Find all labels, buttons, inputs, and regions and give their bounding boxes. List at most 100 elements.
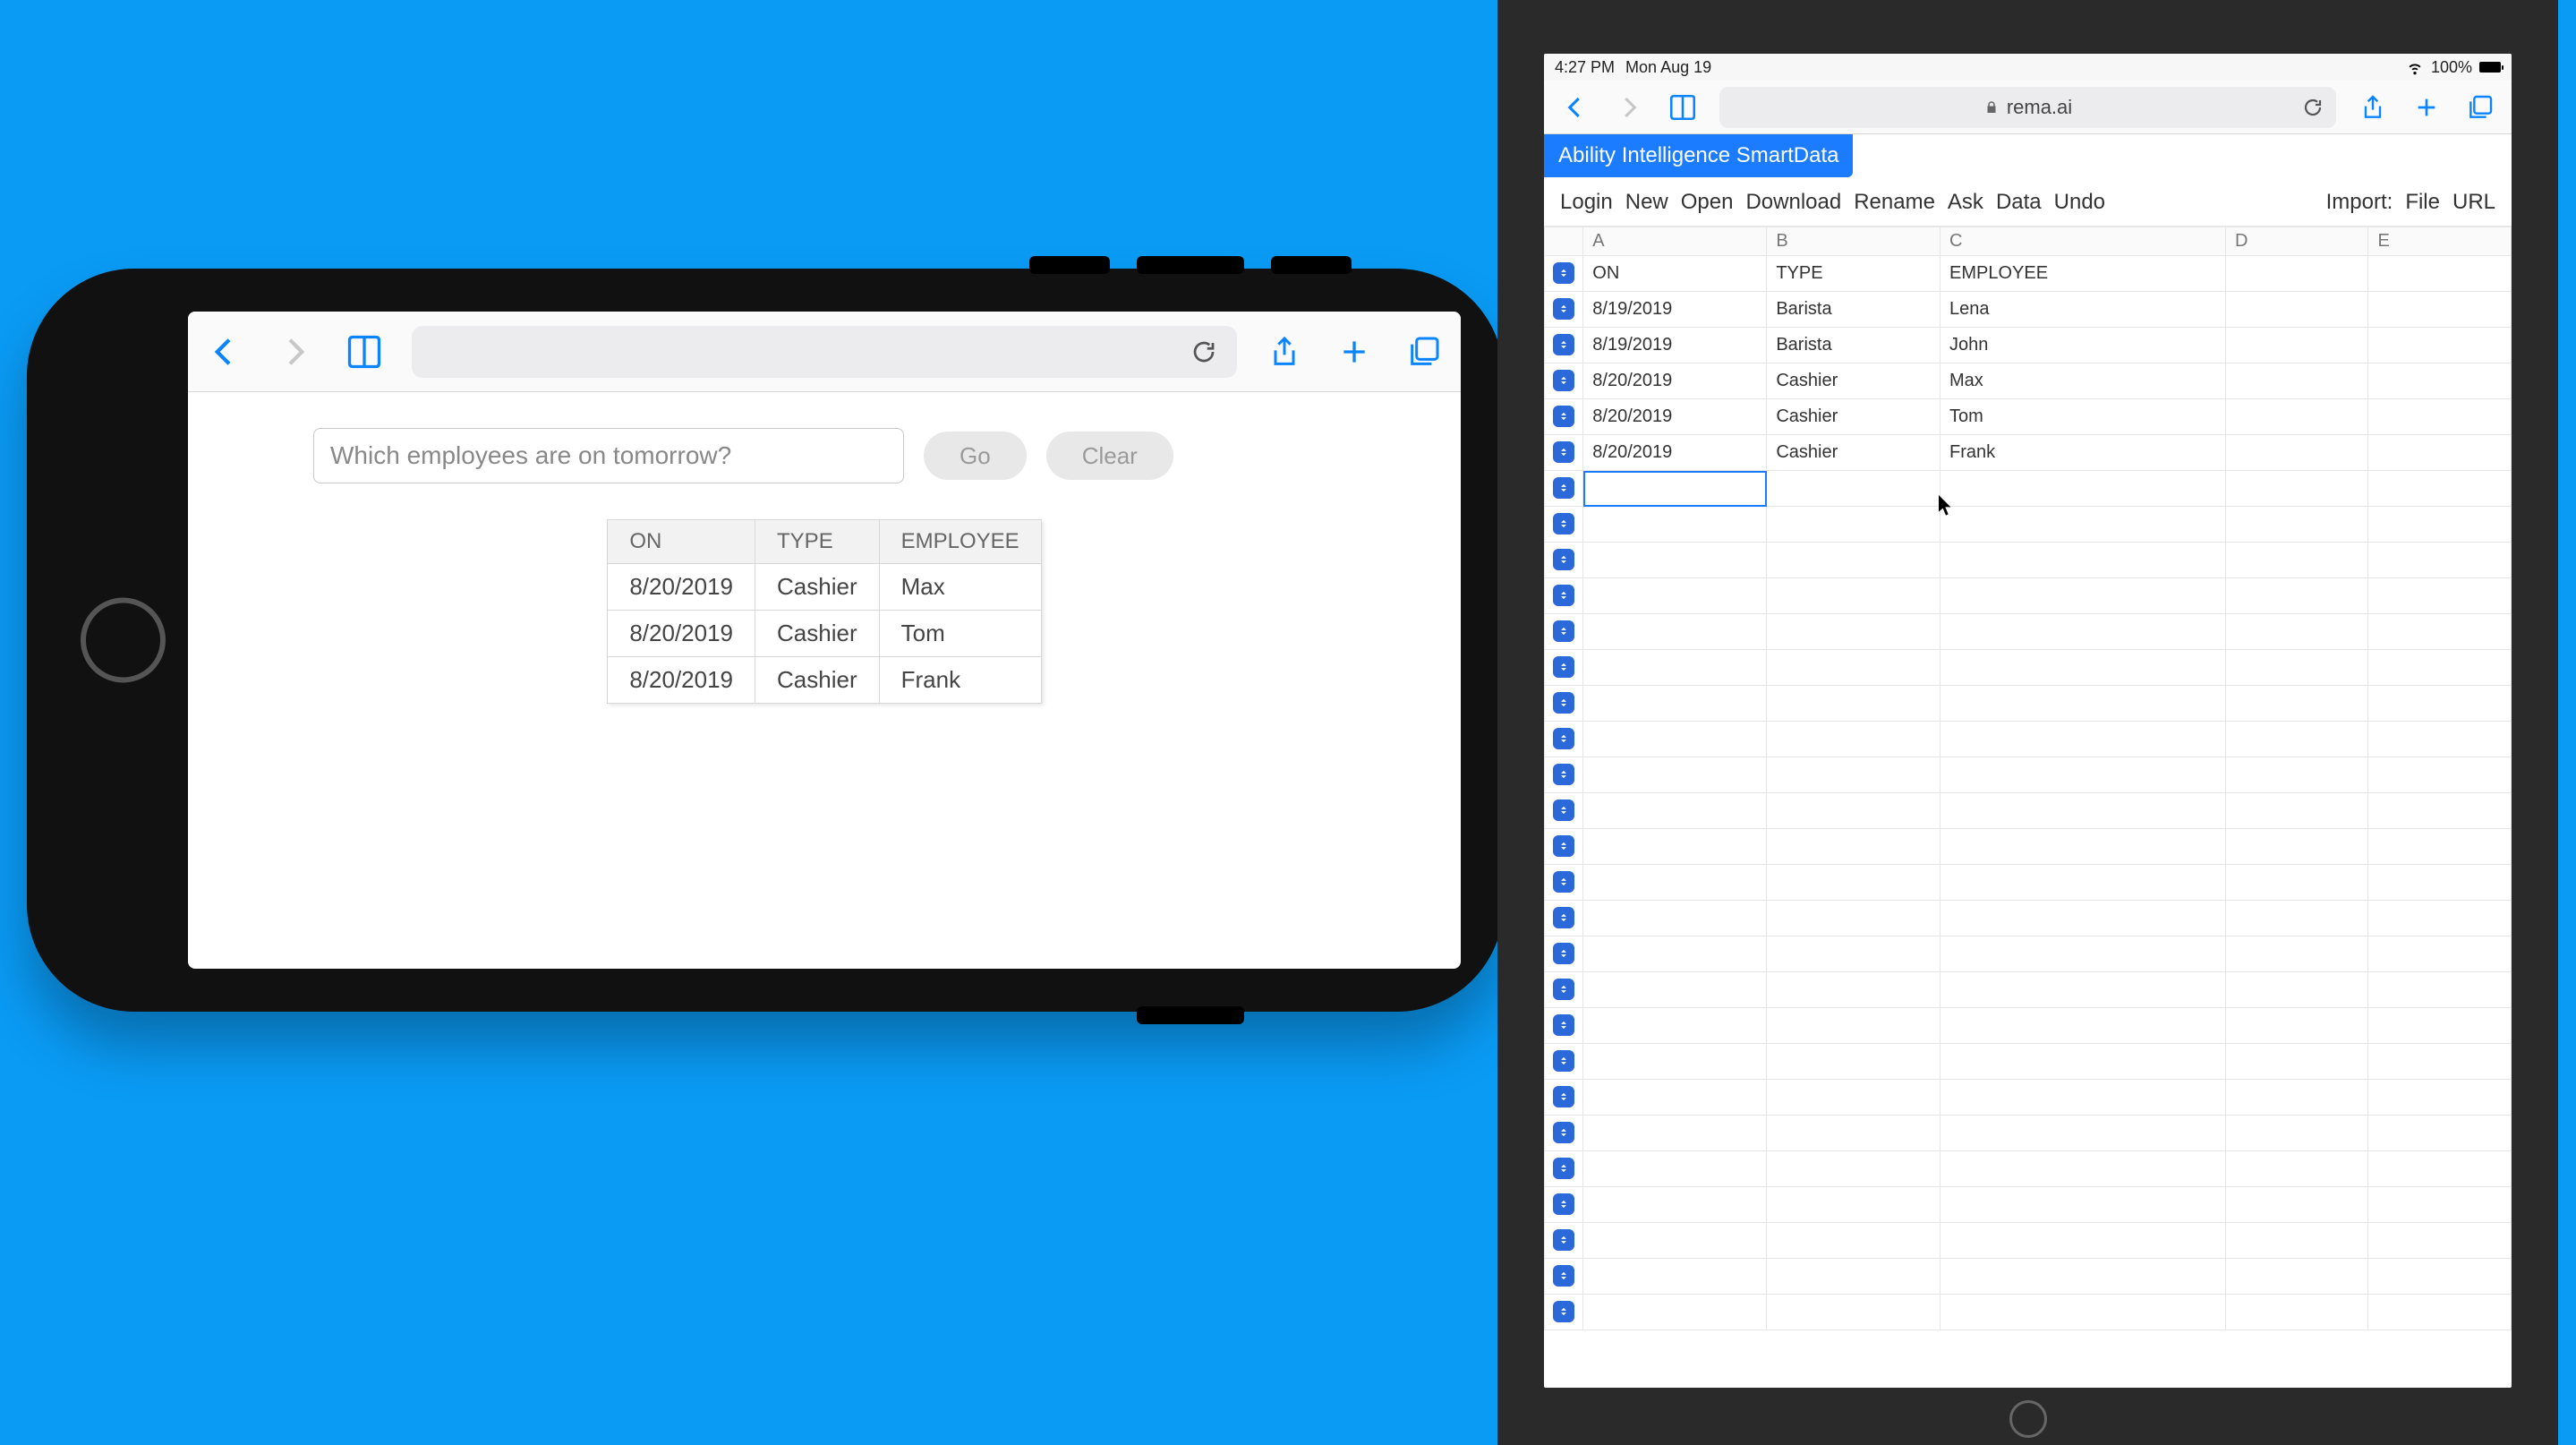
- sheet-cell[interactable]: [1583, 507, 1767, 543]
- sheet-cell[interactable]: [2368, 363, 2512, 399]
- sheet-row[interactable]: [1545, 865, 2512, 901]
- sheet-row[interactable]: [1545, 1295, 2512, 1330]
- sheet-cell[interactable]: 8/19/2019: [1583, 292, 1767, 328]
- menu-item[interactable]: New: [1625, 190, 1668, 215]
- sheet-row[interactable]: [1545, 1080, 2512, 1116]
- menu-item[interactable]: Open: [1681, 190, 1734, 215]
- row-handle-icon[interactable]: [1545, 1187, 1583, 1223]
- sheet-row[interactable]: [1545, 686, 2512, 722]
- menu-item[interactable]: Download: [1745, 190, 1841, 215]
- reload-icon[interactable]: [1190, 338, 1217, 365]
- sheet-cell[interactable]: [2368, 399, 2512, 435]
- row-handle-icon[interactable]: [1545, 972, 1583, 1008]
- row-handle-icon[interactable]: [1545, 936, 1583, 972]
- sheet-cell[interactable]: [2225, 471, 2367, 507]
- sheet-row[interactable]: 8/20/2019CashierFrank: [1545, 435, 2512, 471]
- sheet-row[interactable]: [1545, 722, 2512, 757]
- row-handle-icon[interactable]: [1545, 507, 1583, 543]
- sheet-cell[interactable]: [1767, 829, 1941, 865]
- sheet-cell[interactable]: [1583, 1008, 1767, 1044]
- sheet-cell[interactable]: [1583, 936, 1767, 972]
- sheet-cell[interactable]: [2225, 1008, 2367, 1044]
- sheet-cell[interactable]: [2225, 578, 2367, 614]
- sheet-cell[interactable]: Cashier: [1767, 435, 1941, 471]
- sheet-cell[interactable]: [2368, 256, 2512, 292]
- sheet-cell[interactable]: [1941, 471, 2226, 507]
- sheet-row[interactable]: [1545, 507, 2512, 543]
- column-header[interactable]: C: [1941, 227, 2226, 256]
- sheet-cell[interactable]: [1767, 614, 1941, 650]
- sheet-cell[interactable]: [2225, 1187, 2367, 1223]
- row-handle-icon[interactable]: [1545, 578, 1583, 614]
- row-handle-icon[interactable]: [1545, 757, 1583, 793]
- sheet-cell[interactable]: [2368, 543, 2512, 578]
- sheet-row[interactable]: [1545, 901, 2512, 936]
- sheet-cell[interactable]: Cashier: [1767, 363, 1941, 399]
- sheet-cell[interactable]: Tom: [1941, 399, 2226, 435]
- sheet-cell[interactable]: [2368, 650, 2512, 686]
- sheet-row[interactable]: [1545, 936, 2512, 972]
- sheet-cell[interactable]: Cashier: [1767, 399, 1941, 435]
- sheet-cell[interactable]: [1767, 471, 1941, 507]
- sheet-row[interactable]: [1545, 793, 2512, 829]
- row-handle-icon[interactable]: [1545, 1044, 1583, 1080]
- sheet-cell[interactable]: [2368, 686, 2512, 722]
- sheet-cell[interactable]: [1941, 614, 2226, 650]
- row-handle-icon[interactable]: [1545, 1080, 1583, 1116]
- sheet-cell[interactable]: [2225, 328, 2367, 363]
- sheet-cell[interactable]: [1941, 793, 2226, 829]
- sheet-cell[interactable]: [2368, 1008, 2512, 1044]
- sheet-cell[interactable]: EMPLOYEE: [1941, 256, 2226, 292]
- sheet-cell[interactable]: Barista: [1767, 292, 1941, 328]
- sheet-cell[interactable]: [1767, 1044, 1941, 1080]
- sheet-cell[interactable]: [1767, 1008, 1941, 1044]
- address-bar[interactable]: rema.ai: [1719, 87, 2336, 128]
- sheet-cell[interactable]: [2225, 363, 2367, 399]
- sheet-cell[interactable]: [2368, 936, 2512, 972]
- sheet-cell[interactable]: [1941, 972, 2226, 1008]
- sheet-row[interactable]: 8/19/2019BaristaJohn: [1545, 328, 2512, 363]
- sheet-cell[interactable]: [1941, 1116, 2226, 1151]
- sheet-cell[interactable]: [2368, 1080, 2512, 1116]
- sheet-cell[interactable]: TYPE: [1767, 256, 1941, 292]
- sheet-cell[interactable]: John: [1941, 328, 2226, 363]
- sheet-cell[interactable]: [1583, 901, 1767, 936]
- sheet-row[interactable]: 8/20/2019CashierMax: [1545, 363, 2512, 399]
- menu-item[interactable]: Data: [1996, 190, 2042, 215]
- sheet-cell[interactable]: [1583, 578, 1767, 614]
- sheet-cell[interactable]: [1767, 793, 1941, 829]
- share-icon[interactable]: [2356, 90, 2390, 124]
- row-handle-icon[interactable]: [1545, 435, 1583, 471]
- sheet-cell[interactable]: [1767, 1187, 1941, 1223]
- sheet-cell[interactable]: [2225, 543, 2367, 578]
- menu-item[interactable]: Undo: [2054, 190, 2105, 215]
- sheet-cell[interactable]: [1941, 543, 2226, 578]
- sheet-cell[interactable]: 8/19/2019: [1583, 328, 1767, 363]
- sheet-row[interactable]: [1545, 650, 2512, 686]
- go-button[interactable]: Go: [924, 432, 1027, 480]
- ipad-home-button[interactable]: [2009, 1400, 2047, 1438]
- new-tab-icon[interactable]: [2410, 90, 2444, 124]
- sheet-cell[interactable]: [2368, 507, 2512, 543]
- back-icon[interactable]: [1558, 90, 1592, 124]
- sheet-cell[interactable]: [1583, 543, 1767, 578]
- sheet-cell[interactable]: [1767, 757, 1941, 793]
- sheet-cell[interactable]: [1941, 936, 2226, 972]
- sheet-cell[interactable]: [2225, 399, 2367, 435]
- row-handle-icon[interactable]: [1545, 292, 1583, 328]
- sheet-cell[interactable]: [2225, 435, 2367, 471]
- sheet-row[interactable]: [1545, 1116, 2512, 1151]
- share-icon[interactable]: [1262, 329, 1307, 374]
- sheet-row[interactable]: ONTYPEEMPLOYEE: [1545, 256, 2512, 292]
- sheet-cell[interactable]: [1941, 1080, 2226, 1116]
- sheet-cell[interactable]: [2225, 1044, 2367, 1080]
- sheet-row[interactable]: [1545, 1223, 2512, 1259]
- sheet-cell[interactable]: [2225, 722, 2367, 757]
- sheet-row[interactable]: [1545, 757, 2512, 793]
- sheet-row[interactable]: [1545, 543, 2512, 578]
- sheet-cell[interactable]: [2368, 1223, 2512, 1259]
- sheet-row[interactable]: [1545, 1008, 2512, 1044]
- row-handle-icon[interactable]: [1545, 614, 1583, 650]
- row-handle-icon[interactable]: [1545, 793, 1583, 829]
- sheet-cell[interactable]: [2225, 292, 2367, 328]
